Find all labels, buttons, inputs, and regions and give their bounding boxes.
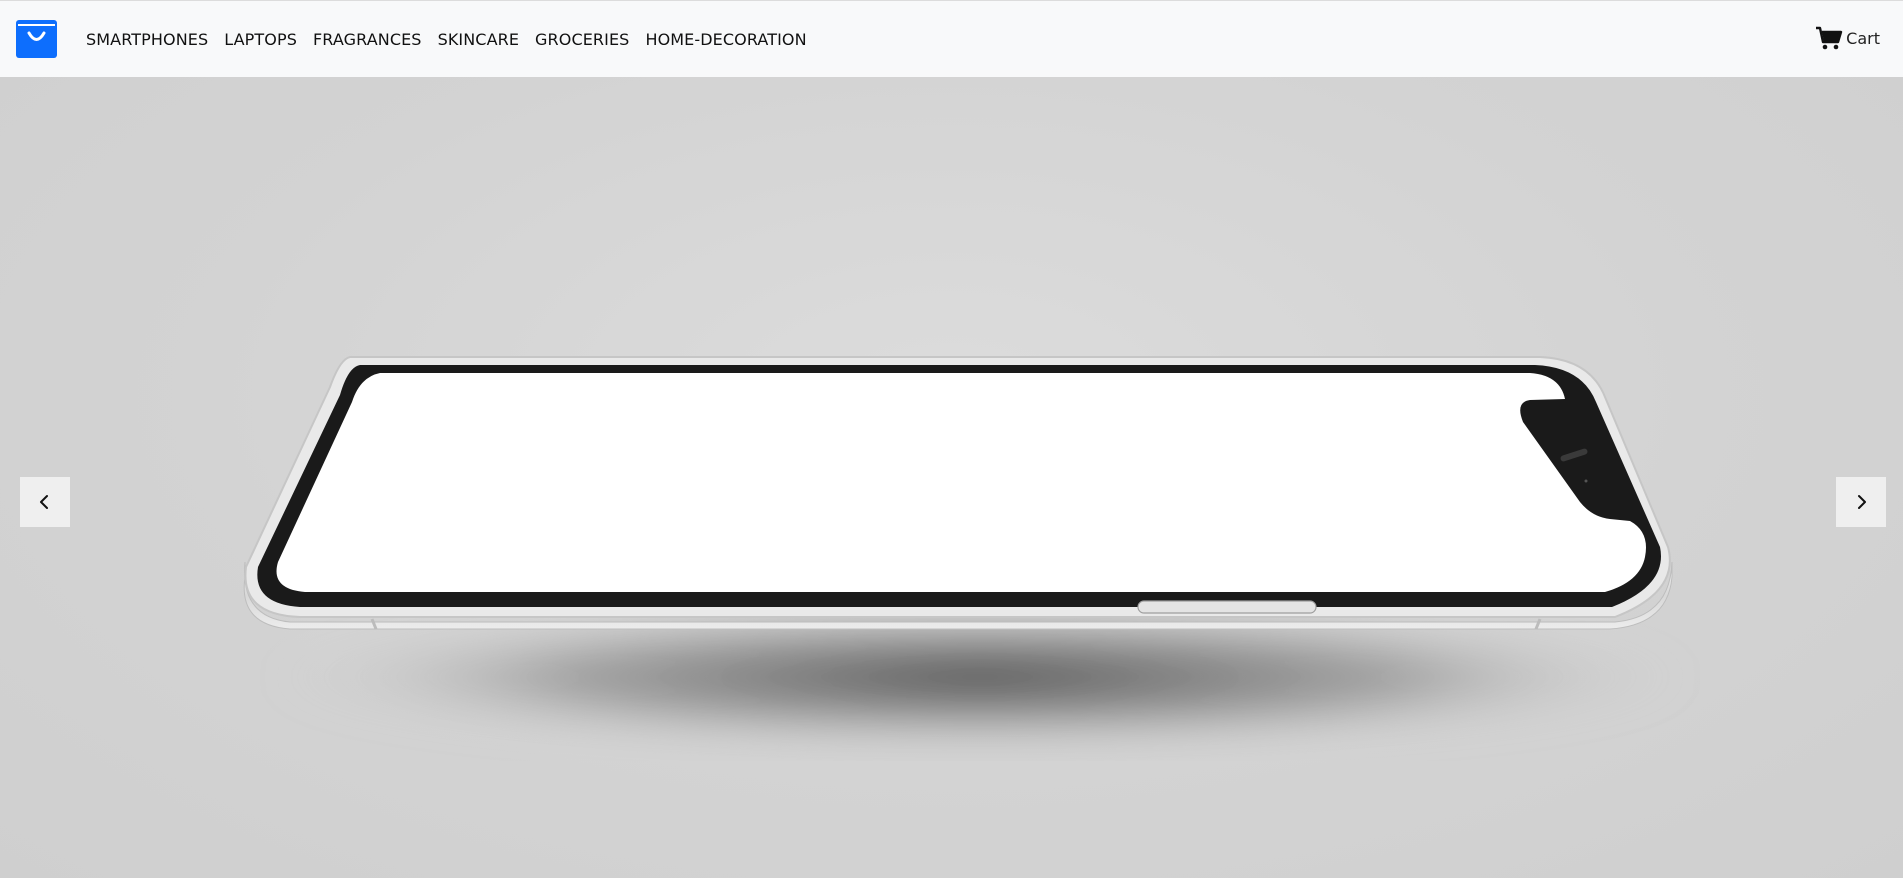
carousel-next-button[interactable]: [1836, 477, 1886, 527]
brand-logo[interactable]: [16, 20, 57, 58]
shopping-bag-icon: [16, 20, 57, 58]
nav-item-smartphones[interactable]: SMARTPHONES: [86, 30, 208, 49]
phone-side-button: [1137, 600, 1317, 614]
phone-camera: [1584, 479, 1588, 483]
cart-icon: [1816, 26, 1843, 50]
nav-item-skincare[interactable]: SKINCARE: [438, 30, 519, 49]
phone-screen: [276, 373, 1647, 592]
nav-item-home-decoration[interactable]: HOME-DECORATION: [645, 30, 806, 49]
nav-item-laptops[interactable]: LAPTOPS: [224, 30, 297, 49]
chevron-left-icon: [40, 495, 48, 509]
smartphone-slide-image: [243, 356, 1690, 747]
cart-label: Cart: [1846, 28, 1880, 48]
nav-item-groceries[interactable]: GROCERIES: [535, 30, 629, 49]
nav-item-fragrances[interactable]: FRAGRANCES: [313, 30, 422, 49]
chevron-right-icon: [1858, 495, 1866, 509]
cart-link[interactable]: Cart: [1815, 25, 1880, 51]
hero-carousel: [0, 77, 1903, 878]
category-nav: SMARTPHONES LAPTOPS FRAGRANCES SKINCARE …: [86, 1, 823, 78]
carousel-prev-button[interactable]: [20, 477, 70, 527]
navbar: SMARTPHONES LAPTOPS FRAGRANCES SKINCARE …: [0, 0, 1903, 77]
